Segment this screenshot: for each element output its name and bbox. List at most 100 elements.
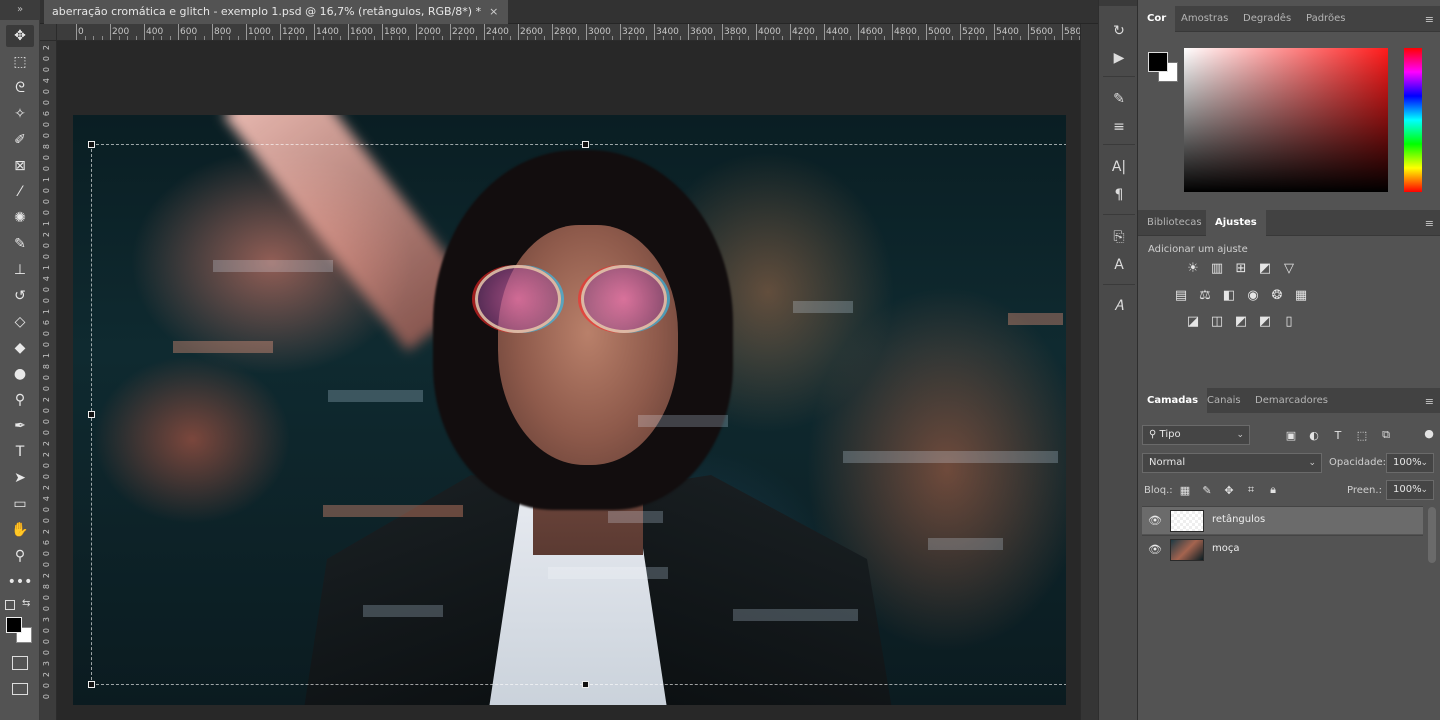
shape-layer-filter-icon[interactable]: ⬚ [1355,428,1369,442]
lock-transparent-icon[interactable]: ▦ [1178,483,1192,497]
horizontal-ruler[interactable]: 0 200 400 600 800 1000 1200 1400 1600 1800 2000 220… [57,24,1080,41]
tab-bibliotecas[interactable]: Bibliotecas [1138,210,1211,236]
layer-row[interactable]: 👁︎ moça [1142,535,1423,563]
selection-marquee[interactable] [91,144,1066,685]
lock-artboard-icon[interactable]: ⌗ [1244,483,1258,497]
tab-demarcadores[interactable]: Demarcadores [1246,388,1337,414]
lock-all-icon[interactable]: 🔒︎ [1266,483,1280,497]
layers-scrollbar[interactable] [1428,507,1436,563]
photo-filter-icon[interactable]: ◉ [1244,287,1262,303]
blend-mode-dropdown[interactable]: Normal ⌄ [1142,453,1322,473]
character-styles-button[interactable]: 𝐴 [1107,295,1131,317]
posterize-icon[interactable]: ◫ [1208,313,1226,329]
clone-source-button[interactable]: ⎘ [1107,226,1131,248]
path-selection-tool[interactable]: ➤ [6,467,34,489]
tools-collapse-toggle[interactable]: » [0,0,40,20]
rectangle-tool[interactable]: ▭ [6,493,34,515]
color-picker-field[interactable] [1184,48,1388,192]
pen-brush-tool[interactable]: ✐ [6,129,34,151]
tab-degrades[interactable]: Degradês [1234,6,1300,32]
lasso-tool[interactable]: ᘓ [6,77,34,99]
exposure-icon[interactable]: ◩ [1256,260,1274,276]
spot-healing-tool[interactable]: ✺ [6,207,34,229]
hand-tool[interactable]: ✋ [6,519,34,541]
blur-tool[interactable]: ● [6,363,34,385]
foreground-color-swatch[interactable] [6,617,22,633]
eyedropper-tool[interactable]: ⁄ [6,181,34,203]
more-tools[interactable]: ••• [6,571,34,593]
tab-camadas[interactable]: Camadas [1138,388,1208,414]
panel-menu-icon[interactable]: ≡ [1425,217,1434,230]
color-lookup-icon[interactable]: ▦ [1292,287,1310,303]
ruler-origin[interactable] [40,24,57,41]
opacity-field[interactable]: 100% ⌄ [1386,453,1434,473]
smart-object-filter-icon[interactable]: ⧉ [1379,428,1393,442]
move-tool[interactable]: ✥ [6,25,34,47]
lock-position-icon[interactable]: ✥ [1222,483,1236,497]
brush-tool[interactable]: ✎ [6,233,34,255]
pen-tool[interactable]: ✒ [6,415,34,437]
clone-stamp-tool[interactable]: ⊥ [6,259,34,281]
hue-slider[interactable] [1404,48,1422,192]
glyphs-panel-button[interactable]: A [1107,254,1131,276]
rectangular-marquee-tool[interactable]: ⬚ [6,51,34,73]
fill-field[interactable]: 100% ⌄ [1386,480,1434,500]
strip-grip[interactable] [1099,0,1137,6]
visibility-eye-icon[interactable]: 👁︎ [1148,543,1162,557]
adjustment-layer-filter-icon[interactable]: ◐ [1307,428,1321,442]
color-panel-foreground-swatch[interactable] [1148,52,1168,72]
lock-image-icon[interactable]: ✎ [1200,483,1214,497]
screen-mode-icon[interactable] [12,683,28,695]
character-panel-button[interactable]: A| [1107,156,1131,178]
tab-amostras[interactable]: Amostras [1172,6,1237,32]
panel-menu-icon[interactable]: ≡ [1425,395,1434,408]
curves-icon[interactable]: ⊞ [1232,260,1250,276]
tab-canais[interactable]: Canais [1198,388,1250,414]
dodge-tool[interactable]: ⚲ [6,389,34,411]
tab-cor[interactable]: Cor [1138,6,1176,32]
magic-wand-tool[interactable]: ✧ [6,103,34,125]
tab-ajustes[interactable]: Ajustes [1206,210,1266,236]
threshold-icon[interactable]: ◩ [1232,313,1250,329]
close-tab-icon[interactable]: × [489,0,498,24]
color-balance-icon[interactable]: ⚖ [1196,287,1214,303]
selective-color-icon[interactable]: ◩ [1256,313,1274,329]
type-layer-filter-icon[interactable]: T [1331,428,1345,442]
levels-icon[interactable]: ▥ [1208,260,1226,276]
filter-toggle-icon[interactable]: ● [1422,426,1436,440]
tab-padroes[interactable]: Padrões [1297,6,1354,32]
document-canvas-image[interactable] [73,115,1066,705]
properties-panel-button[interactable]: ≡ [1107,116,1131,138]
vibrance-icon[interactable]: ▽ [1280,260,1298,276]
transform-handle[interactable] [582,141,589,148]
gradient-map-icon[interactable]: ▯ [1280,313,1298,329]
brightness-contrast-icon[interactable]: ☀ [1184,260,1202,276]
brush-settings-button[interactable]: ✎ [1107,88,1131,110]
transform-handle[interactable] [88,681,95,688]
eraser-tool[interactable]: ◇ [6,311,34,333]
paragraph-panel-button[interactable]: ¶ [1107,184,1131,206]
quick-mask-icon[interactable] [12,656,28,670]
layer-filter-dropdown[interactable]: ⚲ Tipo ⌄ [1142,425,1250,445]
black-white-icon[interactable]: ◧ [1220,287,1238,303]
layer-row[interactable]: 👁︎ retângulos [1142,506,1423,534]
transform-handle[interactable] [582,681,589,688]
document-tab[interactable]: aberração cromática e glitch - exemplo 1… [44,0,509,24]
zoom-tool[interactable]: ⚲ [6,545,34,567]
transform-handle[interactable] [88,141,95,148]
reset-colors-icon[interactable] [5,600,15,610]
swap-colors-icon[interactable]: ⇆ [22,598,30,609]
history-panel-button[interactable]: ↻ [1107,20,1131,42]
visibility-eye-icon[interactable]: 👁︎ [1148,514,1162,528]
panel-menu-icon[interactable]: ≡ [1425,13,1434,26]
canvas-vertical-scrollbar[interactable] [1080,24,1098,720]
hue-saturation-icon[interactable]: ▤ [1172,287,1190,303]
transform-handle[interactable] [88,411,95,418]
vertical-ruler[interactable]: 2 0 0 4 0 0 6 0 0 8 0 0 1 0 0 0 1 2 0 0 1 4 0 0 1 6 0 0 1 8 0 0 2 0 0 0 2 2 0 0… [40,41,57,720]
frame-tool[interactable]: ⊠ [6,155,34,177]
channel-mixer-icon[interactable]: ❂ [1268,287,1286,303]
history-brush-tool[interactable]: ↺ [6,285,34,307]
pixel-layer-filter-icon[interactable]: ▣ [1284,428,1298,442]
type-tool[interactable]: T [6,441,34,463]
invert-icon[interactable]: ◪ [1184,313,1202,329]
